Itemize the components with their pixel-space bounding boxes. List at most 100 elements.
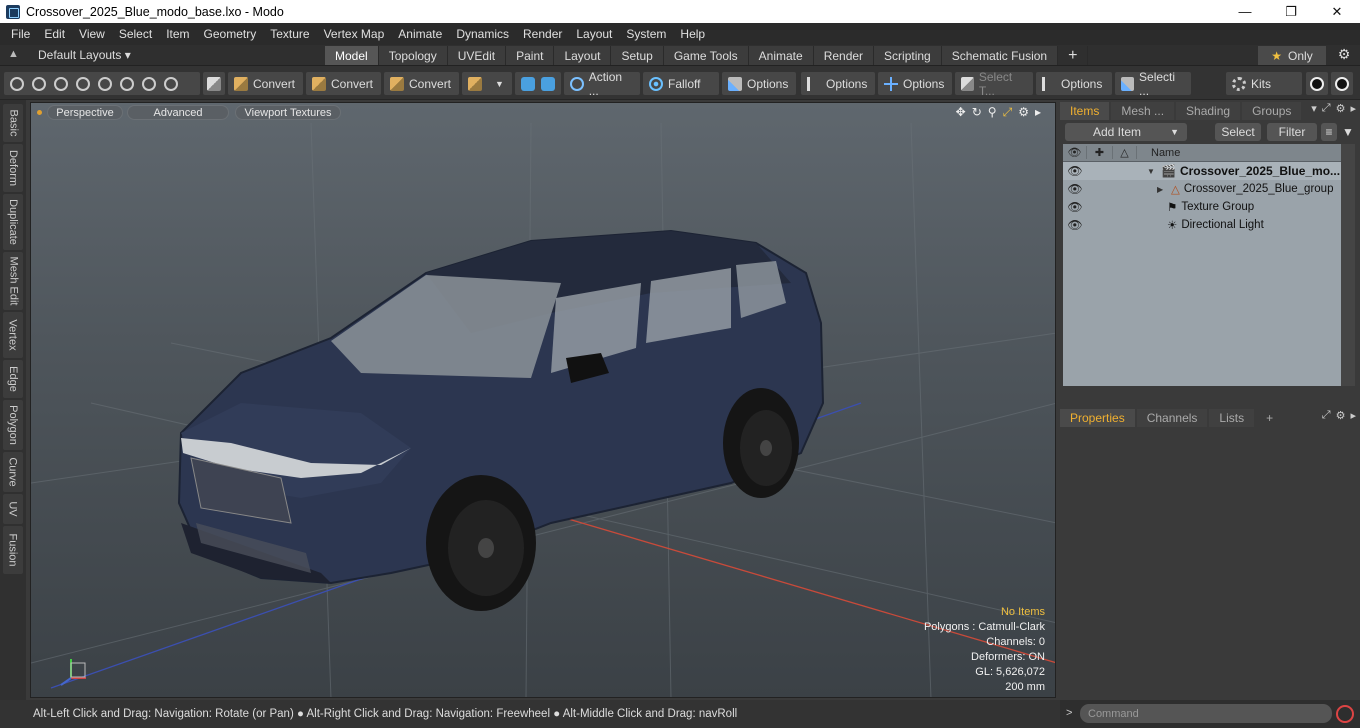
center-mode-icon[interactable] [142,76,156,91]
menu-help[interactable]: Help [673,27,712,41]
action-center-button[interactable]: Action ... [564,70,640,98]
vtab-polygon[interactable]: Polygon [3,400,23,450]
items-mode-icon[interactable] [98,76,112,91]
visibility-eye-icon[interactable]: 👁 [1063,182,1087,196]
rotate-icon[interactable]: ↻ [972,105,982,120]
layouts-dropdown[interactable]: Default Layouts ▾ [38,48,131,62]
list-options-icon[interactable]: ≡ [1321,123,1337,141]
type-column-icon[interactable]: △ [1113,146,1137,159]
add-tab-icon[interactable]: + [1058,46,1089,65]
list-item[interactable]: 👁 ▶ △ Crossover_2025_Blue_group [1063,180,1341,198]
shield-icon[interactable] [521,76,535,91]
tab-model[interactable]: Model [325,46,379,65]
menu-dynamics[interactable]: Dynamics [449,27,516,41]
record-macro-icon[interactable] [1336,705,1354,723]
edges-mode-icon[interactable] [54,76,68,91]
menu-file[interactable]: File [4,27,37,41]
tab-paint[interactable]: Paint [506,46,555,65]
tab-mesh[interactable]: Mesh ... [1111,102,1175,120]
vtab-vertex[interactable]: Vertex [3,312,23,358]
panel-gear-icon[interactable]: ⚙ [1336,102,1346,115]
options-button-1[interactable]: Options [722,72,796,95]
name-column-header[interactable]: Name [1137,147,1180,159]
pivot-mode-icon[interactable] [120,76,134,91]
shading-mode-button[interactable]: Advanced [127,105,229,120]
kits-button[interactable]: Kits [1226,72,1302,95]
zoom-icon[interactable]: ⚲ [988,105,997,120]
selection-button[interactable]: Selecti ... [1115,70,1191,98]
unreal-button[interactable] [1331,72,1353,95]
viewport-textures-button[interactable]: Viewport Textures [235,105,341,120]
visibility-eye-icon[interactable]: 👁 [1063,200,1087,214]
list-item[interactable]: 👁 ☀ Directional Light [1063,216,1341,234]
maximize-icon[interactable]: ❐ [1268,0,1314,23]
menu-layout[interactable]: Layout [569,27,619,41]
menu-texture[interactable]: Texture [263,27,316,41]
menu-item[interactable]: Item [159,27,196,41]
panel-expand-icon[interactable]: ⤢ [1322,409,1331,422]
visibility-eye-icon[interactable]: 👁 [1063,218,1087,232]
menu-edit[interactable]: Edit [37,27,72,41]
vtab-uv[interactable]: UV [3,494,23,524]
vtab-edge[interactable]: Edge [3,360,23,398]
menu-geometry[interactable]: Geometry [197,27,264,41]
visibility-eye-icon[interactable]: 👁 [1063,164,1087,178]
tab-properties[interactable]: Properties [1060,409,1135,427]
only-toggle[interactable]: ★ Only [1258,46,1326,65]
tab-animate[interactable]: Animate [748,46,814,65]
filter-button[interactable]: Filter [1267,123,1317,141]
mesh-cube-button[interactable] [203,72,225,95]
tab-groups[interactable]: Groups [1242,102,1302,120]
expand-triangle-icon[interactable]: ▼ [1147,167,1157,176]
vtab-mesh-edit[interactable]: Mesh Edit [3,252,23,310]
sphere-mode-icon[interactable] [32,76,46,91]
polygons-mode-icon[interactable] [76,76,90,91]
tab-items[interactable]: Items [1060,102,1110,120]
view-mode-button[interactable]: Perspective [47,105,123,120]
list-item[interactable]: 👁 ⚑ Texture Group [1063,198,1341,216]
unity-button[interactable] [1306,72,1328,95]
mesh-dropdown[interactable]: ▼ [462,72,512,95]
convert-button-3[interactable]: Convert [384,72,459,95]
falloff-button[interactable]: Falloff [643,72,719,95]
add-item-button[interactable]: Add Item ▼ [1065,123,1187,141]
expand-arrow-icon[interactable]: ▸ [1035,105,1041,120]
menu-select[interactable]: Select [112,27,159,41]
tab-channels[interactable]: Channels [1136,409,1208,427]
menu-view[interactable]: View [72,27,112,41]
panel-expand-icon[interactable]: ⤢ [1322,102,1331,115]
viewport-gear-icon[interactable]: ⚙ [1018,105,1029,120]
tab-game-tools[interactable]: Game Tools [663,46,749,65]
panel-arrow-icon[interactable]: ▸ [1350,409,1356,422]
menu-system[interactable]: System [619,27,673,41]
select-button[interactable]: Select [1215,123,1261,141]
gear-icon[interactable]: ⚙ [1334,46,1354,65]
panel-menu-icon[interactable]: ▾ [1311,102,1317,115]
list-item[interactable]: 👁 ▼ 🎬 Crossover_2025_Blue_mo... [1063,162,1341,180]
visibility-column-icon[interactable]: 👁 [1063,146,1087,159]
vtab-deform[interactable]: Deform [3,144,23,192]
command-input[interactable]: Command [1080,704,1332,723]
options-button-4[interactable]: Options [1036,72,1112,95]
tab-setup[interactable]: Setup [611,46,664,65]
tab-scripting[interactable]: Scripting [874,46,942,65]
collapse-triangle-icon[interactable]: ▶ [1157,185,1167,194]
minimize-icon[interactable]: — [1222,0,1268,23]
vtab-basic[interactable]: Basic [3,104,23,142]
collapse-arrow-icon[interactable]: ▲ [8,48,19,60]
add-panel-tab-icon[interactable]: + [1256,409,1283,427]
lock-column-icon[interactable]: ✚ [1087,146,1113,159]
tab-layout[interactable]: Layout [554,46,612,65]
vtab-fusion[interactable]: Fusion [3,526,23,574]
fit-icon[interactable]: ⤢ [1003,105,1013,120]
vtab-duplicate[interactable]: Duplicate [3,194,23,250]
select-tool-button[interactable]: Select T... [955,70,1033,98]
convert-button-1[interactable]: Convert [228,72,303,95]
tab-shading[interactable]: Shading [1176,102,1241,120]
menu-vertex-map[interactable]: Vertex Map [317,27,392,41]
viewport-menu-dot-icon[interactable] [37,110,42,115]
tab-topology[interactable]: Topology [378,46,448,65]
options-button-2[interactable]: Options [801,72,875,95]
item-list-scrollbar[interactable] [1341,144,1355,386]
shield-alt-icon[interactable] [541,76,555,91]
